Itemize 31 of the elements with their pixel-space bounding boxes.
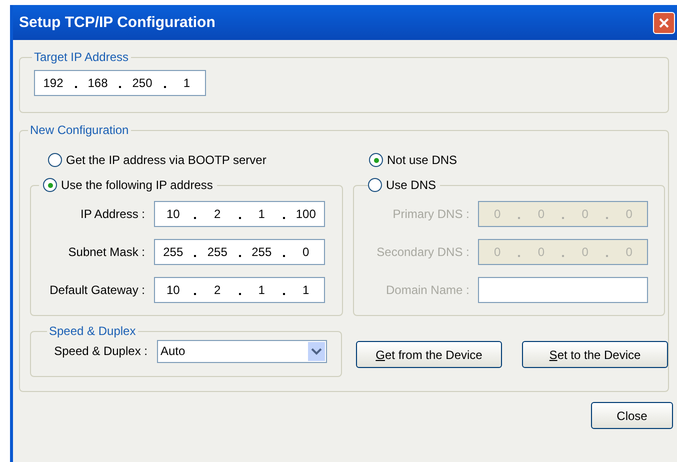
caret-icon [308, 342, 325, 360]
group-title: New Configuration [29, 123, 130, 137]
radio-button[interactable]: Use DNS [368, 175, 436, 195]
ip-field[interactable]: 10 2 1 1 [154, 277, 325, 303]
ip-field[interactable]: 255 255 255 0 [154, 239, 325, 265]
radio-circle[interactable] [43, 178, 57, 192]
field-label: Speed & Duplex : [53, 344, 148, 358]
close-button[interactable] [653, 12, 675, 34]
radio-circle[interactable] [48, 153, 62, 167]
group-title: Speed & Duplex [48, 324, 137, 338]
speed-dropdown[interactable]: Auto [156, 340, 327, 362]
field-label: Subnet Mask : [67, 245, 145, 259]
close-icon [659, 18, 669, 28]
radio-button[interactable]: Use the following IP address [43, 175, 213, 195]
field-label: Domain Name : [385, 283, 470, 297]
radio-button[interactable]: Get the IP address via BOOTP server [48, 149, 343, 171]
group-title: Target IP Address [33, 50, 130, 64]
radio-circle[interactable] [368, 178, 382, 192]
ip-field[interactable]: 10 2 1 100 [154, 201, 325, 227]
radio-button[interactable]: Not use DNS [369, 149, 665, 171]
device-button[interactable]: Set to the Device [522, 341, 668, 368]
radio-circle[interactable] [369, 153, 383, 167]
field-label: IP Address : [80, 207, 145, 221]
ip-field[interactable]: 192 168 250 1 [34, 70, 206, 96]
field-label: Primary DNS : [392, 207, 470, 221]
text-field[interactable] [478, 277, 648, 303]
field-label: Default Gateway : [48, 283, 145, 297]
device-button[interactable]: Get from the Device [356, 341, 502, 368]
close-dialog-button[interactable]: Close [591, 402, 673, 429]
field-label: Secondary DNS : [376, 245, 470, 259]
window-title: Setup TCP/IP Configuration [19, 14, 216, 31]
